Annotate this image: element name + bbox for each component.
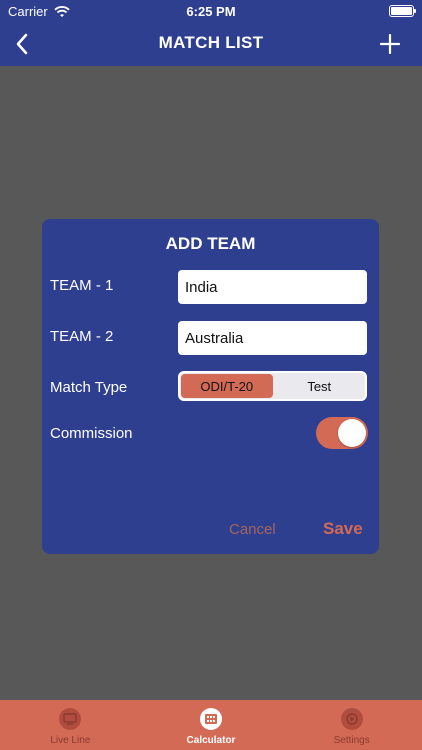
add-match-button[interactable] — [376, 30, 404, 58]
commission-label: Commission — [50, 425, 133, 442]
commission-toggle[interactable] — [316, 417, 368, 449]
team2-field[interactable]: Australia — [178, 321, 367, 355]
tv-icon — [59, 708, 82, 730]
toggle-knob — [338, 419, 366, 447]
segment-odi-t20[interactable]: ODI/T-20 — [181, 374, 273, 398]
clock: 6:25 PM — [186, 4, 236, 19]
tab-calculator[interactable]: Calculator — [141, 700, 282, 750]
status-bar: Carrier 6:25 PM — [0, 0, 422, 22]
team1-label: TEAM - 1 — [50, 277, 114, 294]
segment-test[interactable]: Test — [274, 373, 366, 399]
tab-settings[interactable]: Settings — [281, 700, 422, 750]
tab-live-line[interactable]: Live Line — [0, 700, 141, 750]
top-bar: Carrier 6:25 PM MATCH LIST — [0, 0, 422, 66]
settings-icon — [340, 708, 363, 730]
save-button[interactable]: Save — [323, 519, 363, 539]
page-title: MATCH LIST — [158, 33, 264, 52]
calculator-icon — [200, 708, 222, 730]
tab-label-calculator: Calculator — [186, 735, 236, 746]
screen: Carrier 6:25 PM MATCH LIST ADD TEAM TEAM… — [0, 0, 422, 750]
navigation-bar: MATCH LIST — [0, 22, 422, 66]
battery-icon — [389, 5, 416, 17]
match-type-label: Match Type — [50, 379, 128, 396]
tab-label-settings: Settings — [333, 735, 370, 746]
add-team-dialog: ADD TEAM TEAM - 1 India TEAM - 2 Austral… — [42, 219, 379, 554]
team1-field[interactable]: India — [178, 270, 367, 304]
tab-label-live-line: Live Line — [50, 735, 91, 746]
team2-label: TEAM - 2 — [50, 328, 114, 345]
dialog-title: ADD TEAM — [165, 234, 256, 253]
tab-bar: Live Line Calculator Settings — [0, 700, 422, 750]
plus-icon — [380, 34, 400, 54]
match-type-segmented-control: ODI/T-20 Test — [178, 371, 367, 401]
cancel-button[interactable]: Cancel — [229, 521, 276, 538]
